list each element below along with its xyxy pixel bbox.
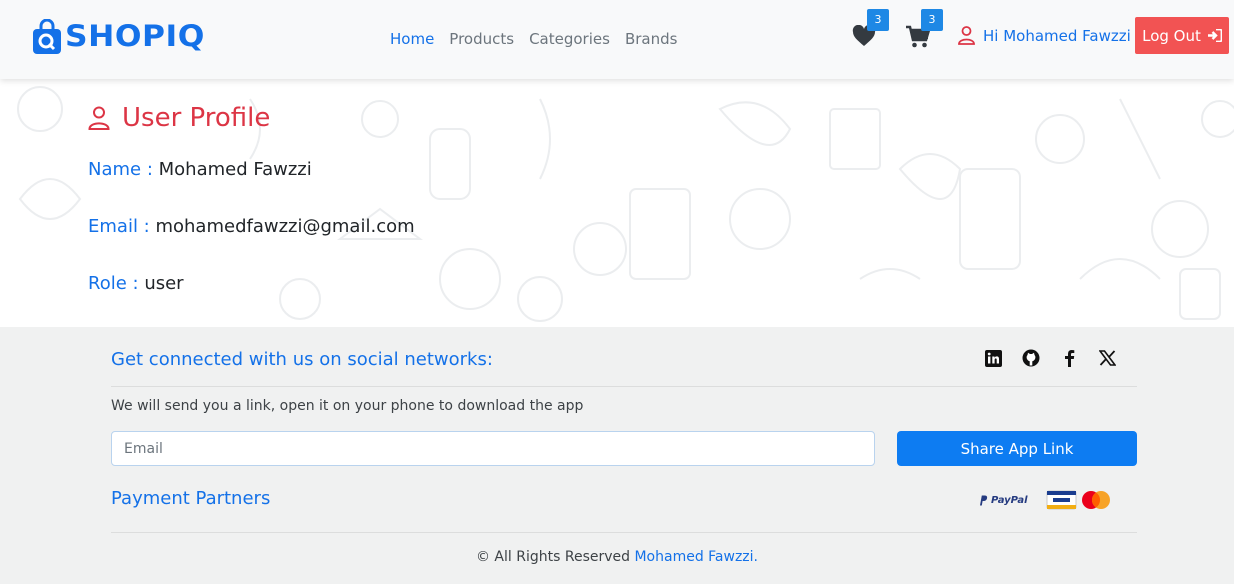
role-label: Role : bbox=[88, 273, 139, 294]
brand-name: SHOPIQ bbox=[65, 19, 205, 53]
user-icon bbox=[958, 26, 975, 45]
nav-link-products[interactable]: Products bbox=[449, 30, 514, 48]
payment-partners-heading: Payment Partners bbox=[111, 488, 271, 509]
name-label: Name : bbox=[88, 159, 153, 180]
profile-details: User Profile Name : Mohamed Fawzzi Email… bbox=[88, 79, 688, 327]
brand-logo[interactable]: SHOPIQ bbox=[32, 16, 204, 56]
social-heading: Get connected with us on social networks… bbox=[111, 349, 493, 370]
linkedin-icon[interactable] bbox=[984, 349, 1002, 367]
sign-out-icon bbox=[1207, 29, 1222, 42]
facebook-icon[interactable] bbox=[1060, 349, 1078, 367]
profile-role-row: Role : user bbox=[88, 273, 184, 294]
download-app-text: We will send you a link, open it on your… bbox=[111, 398, 584, 414]
github-icon[interactable] bbox=[1022, 349, 1040, 367]
social-links bbox=[984, 349, 1116, 367]
nav-link-home[interactable]: Home bbox=[390, 30, 434, 48]
logout-label: Log Out bbox=[1142, 26, 1201, 45]
profile-title: User Profile bbox=[88, 103, 270, 133]
user-greeting-text: Hi Mohamed Fawzzi bbox=[983, 26, 1131, 45]
visa-mastercard-logos bbox=[1046, 490, 1110, 510]
nav-link-brands[interactable]: Brands bbox=[625, 30, 678, 48]
navbar: SHOPIQ Home Products Categories Brands 3… bbox=[0, 0, 1234, 79]
role-value: user bbox=[144, 273, 184, 294]
shopping-bag-icon bbox=[32, 18, 62, 54]
copyright: © All Rights Reserved Mohamed Fawzzi. bbox=[0, 549, 1234, 565]
paypal-label: PayPal bbox=[991, 494, 1028, 506]
profile-name-row: Name : Mohamed Fawzzi bbox=[88, 159, 312, 180]
copyright-author[interactable]: Mohamed Fawzzi. bbox=[634, 549, 758, 565]
x-icon[interactable] bbox=[1098, 349, 1116, 367]
profile-section: User Profile Name : Mohamed Fawzzi Email… bbox=[0, 79, 1234, 327]
name-value: Mohamed Fawzzi bbox=[158, 159, 312, 180]
logout-button[interactable]: Log Out bbox=[1135, 17, 1229, 54]
paypal-icon bbox=[980, 495, 988, 505]
user-icon bbox=[88, 106, 110, 130]
user-greeting[interactable]: Hi Mohamed Fawzzi bbox=[958, 26, 1131, 45]
cart-count-badge: 3 bbox=[921, 9, 943, 31]
profile-title-text: User Profile bbox=[122, 103, 271, 133]
footer: Get connected with us on social networks… bbox=[0, 327, 1234, 584]
wishlist-count-badge: 3 bbox=[867, 9, 889, 31]
payment-logos: PayPal bbox=[979, 489, 1116, 511]
nav-link-categories[interactable]: Categories bbox=[529, 30, 610, 48]
email-label: Email : bbox=[88, 216, 150, 237]
email-value: mohamedfawzzi@gmail.com bbox=[155, 216, 415, 237]
footer-divider bbox=[111, 386, 1137, 387]
profile-email-row: Email : mohamedfawzzi@gmail.com bbox=[88, 216, 415, 237]
paypal-logo: PayPal bbox=[979, 495, 1028, 506]
footer-divider-bottom bbox=[111, 532, 1137, 533]
copyright-text: © All Rights Reserved bbox=[475, 549, 631, 565]
nav-links: Home Products Categories Brands bbox=[390, 30, 677, 48]
share-email-input[interactable] bbox=[111, 431, 875, 466]
share-app-link-button[interactable]: Share App Link bbox=[897, 431, 1137, 466]
